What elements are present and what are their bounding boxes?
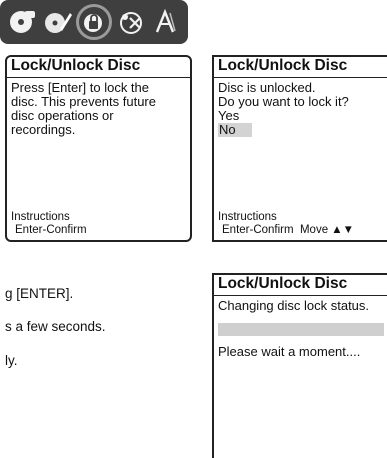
side-text-line: g [ENTER]. <box>5 286 74 301</box>
message-line: disc. This prevents future <box>11 94 156 109</box>
side-text-line: ly. <box>5 353 18 368</box>
option-yes[interactable]: Yes <box>218 109 384 123</box>
panel-title: Lock/Unlock Disc <box>7 57 190 78</box>
message-line: Do you want to lock it? <box>218 94 349 109</box>
lock-disc-icon[interactable] <box>75 4 112 40</box>
panel-message: Press [Enter] to lock the disc. This pre… <box>7 78 190 137</box>
instructions: Instructions Enter-Confirm Move ▲▼ <box>218 211 354 236</box>
text-a-icon[interactable] <box>149 5 183 39</box>
lock-disc-prompt-panel: Lock/Unlock Disc Press [Enter] to lock t… <box>5 55 192 242</box>
instructions-keys: Enter-Confirm <box>15 223 87 236</box>
option-no-selected[interactable]: No <box>218 123 252 137</box>
instructions-label: Instructions <box>218 211 277 223</box>
lock-disc-progress-panel: Lock/Unlock Disc Changing disc lock stat… <box>212 273 387 458</box>
disc-icon[interactable] <box>5 5 39 39</box>
message-line: disc operations or <box>11 108 114 123</box>
instructions-label: Instructions <box>11 211 70 223</box>
panel-message: Changing disc lock status. Please wait a… <box>214 296 387 359</box>
instructions-keys: Enter-Confirm <box>222 223 294 236</box>
message-line: recordings. <box>11 122 76 137</box>
edit-icon[interactable] <box>40 5 74 39</box>
message-line: Disc is unlocked. <box>218 80 316 95</box>
instructions-move: Move ▲▼ <box>299 223 355 236</box>
panel-title: Lock/Unlock Disc <box>214 275 387 296</box>
settings-icon[interactable] <box>114 5 148 39</box>
lock-disc-question-panel: Lock/Unlock Disc Disc is unlocked. Do yo… <box>212 55 387 242</box>
progress-bar <box>218 323 384 336</box>
status-text: Changing disc lock status. <box>218 298 370 313</box>
side-text-line: s a few seconds. <box>5 319 106 334</box>
disc-menu-icon-bar <box>0 0 188 44</box>
instructions: Instructions Enter-Confirm <box>11 211 87 236</box>
panel-title: Lock/Unlock Disc <box>214 57 387 78</box>
panel-message: Disc is unlocked. Do you want to lock it… <box>214 78 387 137</box>
instructions-keys-row: Enter-Confirm Move ▲▼ <box>218 224 354 237</box>
message-line: Press [Enter] to lock the <box>11 80 150 95</box>
wait-text: Please wait a moment.... <box>218 344 361 359</box>
